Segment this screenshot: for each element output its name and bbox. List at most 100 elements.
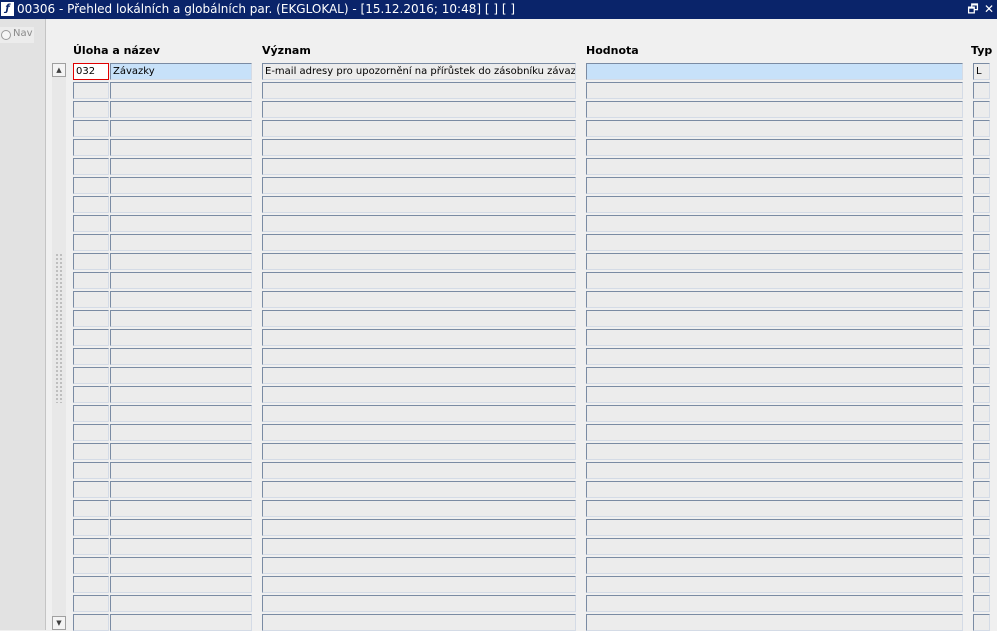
cell-value[interactable] <box>586 595 963 612</box>
cell-value[interactable] <box>586 101 963 118</box>
cell-meaning[interactable] <box>262 614 576 631</box>
cell-value[interactable] <box>586 519 963 536</box>
cell-type[interactable] <box>973 481 990 498</box>
cell-type[interactable] <box>973 177 990 194</box>
cell-name[interactable] <box>110 443 252 460</box>
cell-meaning[interactable] <box>262 519 576 536</box>
cell-type[interactable] <box>973 462 990 479</box>
cell-value[interactable] <box>586 310 963 327</box>
cell-name[interactable] <box>110 329 252 346</box>
scroll-down-button[interactable]: ▼ <box>52 616 66 630</box>
cell-code[interactable] <box>73 538 109 555</box>
cell-name[interactable]: Závazky <box>110 63 252 80</box>
cell-meaning[interactable] <box>262 253 576 270</box>
cell-meaning[interactable] <box>262 557 576 574</box>
cell-meaning[interactable] <box>262 82 576 99</box>
cell-value[interactable] <box>586 557 963 574</box>
cell-name[interactable] <box>110 557 252 574</box>
cell-name[interactable] <box>110 234 252 251</box>
cell-meaning[interactable] <box>262 500 576 517</box>
cell-code[interactable] <box>73 139 109 156</box>
cell-value[interactable] <box>586 139 963 156</box>
cell-value[interactable] <box>586 272 963 289</box>
scroll-grip[interactable] <box>55 253 63 403</box>
cell-name[interactable] <box>110 177 252 194</box>
cell-type[interactable] <box>973 519 990 536</box>
cell-type[interactable] <box>973 139 990 156</box>
cell-meaning[interactable] <box>262 576 576 593</box>
cell-meaning[interactable] <box>262 405 576 422</box>
cell-type[interactable] <box>973 310 990 327</box>
cell-code[interactable] <box>73 576 109 593</box>
cell-type[interactable] <box>973 291 990 308</box>
cell-code[interactable] <box>73 310 109 327</box>
cell-code[interactable] <box>73 82 109 99</box>
cell-code[interactable] <box>73 557 109 574</box>
cell-name[interactable] <box>110 253 252 270</box>
cell-meaning[interactable] <box>262 234 576 251</box>
nav-radio-item[interactable]: Nav <box>0 27 34 43</box>
cell-name[interactable] <box>110 367 252 384</box>
cell-meaning[interactable] <box>262 443 576 460</box>
cell-name[interactable] <box>110 500 252 517</box>
cell-type[interactable] <box>973 386 990 403</box>
cell-code[interactable] <box>73 329 109 346</box>
ef-logo-icon[interactable]: ƒ <box>1 2 14 16</box>
cell-value[interactable] <box>586 386 963 403</box>
cell-name[interactable] <box>110 196 252 213</box>
cell-type[interactable] <box>973 405 990 422</box>
cell-code[interactable] <box>73 386 109 403</box>
cell-value[interactable] <box>586 234 963 251</box>
cell-meaning[interactable]: E-mail adresy pro upozornění na přírůste… <box>262 63 576 80</box>
cell-value[interactable] <box>586 538 963 555</box>
cell-type[interactable] <box>973 500 990 517</box>
cell-code[interactable] <box>73 177 109 194</box>
cell-meaning[interactable] <box>262 310 576 327</box>
cell-name[interactable] <box>110 348 252 365</box>
cell-code[interactable] <box>73 196 109 213</box>
cell-code[interactable] <box>73 253 109 270</box>
cell-type[interactable] <box>973 158 990 175</box>
cell-name[interactable] <box>110 310 252 327</box>
vertical-scrollbar[interactable]: ▲ ▼ <box>52 63 66 630</box>
cell-value[interactable] <box>586 158 963 175</box>
cell-code[interactable] <box>73 405 109 422</box>
cell-type[interactable] <box>973 234 990 251</box>
cell-type[interactable] <box>973 614 990 631</box>
cell-name[interactable] <box>110 291 252 308</box>
cell-meaning[interactable] <box>262 424 576 441</box>
cell-value[interactable] <box>586 614 963 631</box>
cell-value[interactable] <box>586 82 963 99</box>
cell-name[interactable] <box>110 405 252 422</box>
cell-code[interactable] <box>73 481 109 498</box>
cell-name[interactable] <box>110 101 252 118</box>
cell-value[interactable] <box>586 63 963 80</box>
cell-name[interactable] <box>110 576 252 593</box>
cell-value[interactable] <box>586 443 963 460</box>
cell-value[interactable] <box>586 424 963 441</box>
cell-code[interactable] <box>73 348 109 365</box>
cell-code[interactable]: 032 <box>73 63 109 80</box>
cell-value[interactable] <box>586 120 963 137</box>
cell-meaning[interactable] <box>262 291 576 308</box>
cell-meaning[interactable] <box>262 386 576 403</box>
cell-code[interactable] <box>73 215 109 232</box>
cell-value[interactable] <box>586 367 963 384</box>
cell-value[interactable] <box>586 215 963 232</box>
cell-type[interactable] <box>973 348 990 365</box>
cell-meaning[interactable] <box>262 196 576 213</box>
cell-code[interactable] <box>73 462 109 479</box>
cell-meaning[interactable] <box>262 348 576 365</box>
cell-value[interactable] <box>586 329 963 346</box>
cell-code[interactable] <box>73 272 109 289</box>
cell-meaning[interactable] <box>262 215 576 232</box>
cell-name[interactable] <box>110 215 252 232</box>
cell-meaning[interactable] <box>262 367 576 384</box>
cell-type[interactable] <box>973 538 990 555</box>
cell-type[interactable] <box>973 329 990 346</box>
cell-meaning[interactable] <box>262 481 576 498</box>
cell-code[interactable] <box>73 500 109 517</box>
cell-meaning[interactable] <box>262 329 576 346</box>
cell-type[interactable] <box>973 215 990 232</box>
cell-meaning[interactable] <box>262 595 576 612</box>
